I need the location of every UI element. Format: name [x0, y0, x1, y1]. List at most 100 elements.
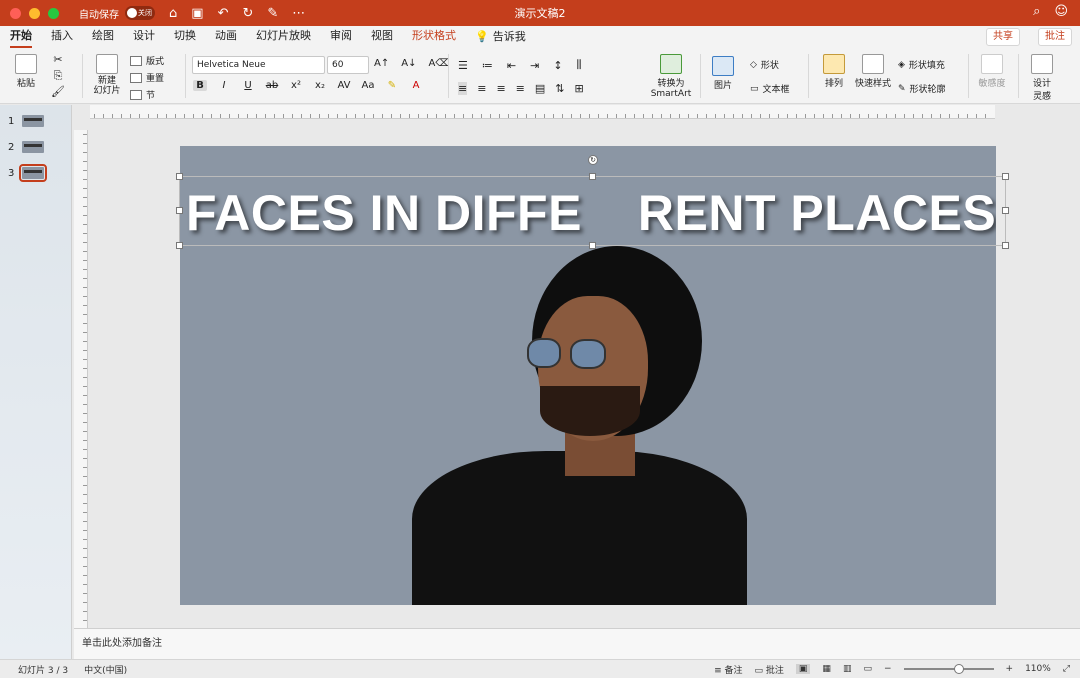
new-slide-button[interactable]: 新建 幻灯片 [88, 54, 126, 96]
numbering-icon[interactable]: ≔ [482, 59, 493, 72]
language-indicator[interactable]: 中文(中国) [84, 663, 127, 676]
zoom-window-button[interactable] [48, 7, 59, 19]
superscript-button[interactable]: x² [289, 80, 303, 91]
reset-button[interactable]: 重置 [130, 71, 164, 84]
change-case-button[interactable]: Aa [361, 80, 375, 91]
decrease-indent-icon[interactable]: ⇤ [507, 59, 516, 72]
zoom-in-button[interactable]: + [1006, 664, 1014, 674]
rotate-handle[interactable]: ↻ [588, 155, 598, 165]
paint-bucket-icon: ◈ [898, 59, 905, 70]
normal-view-button[interactable]: ▣ [795, 664, 811, 674]
quick-styles-button[interactable]: 快速样式 [854, 54, 892, 89]
tab-shape-format[interactable]: 形状格式 [412, 26, 456, 48]
slide-sorter-button[interactable]: ▦ [822, 664, 831, 674]
paste-button[interactable]: 粘贴 [10, 54, 42, 89]
resize-handle[interactable] [176, 242, 183, 249]
tab-draw[interactable]: 绘图 [92, 26, 114, 48]
text-direction-icon[interactable]: ⇅ [555, 82, 564, 95]
comments-button[interactable]: 批注 [1038, 28, 1072, 46]
slide-thumbnail[interactable]: 2 [8, 141, 45, 153]
account-icon[interactable]: ☺ [1054, 4, 1068, 19]
comments-toggle[interactable]: ▭ 批注 [755, 663, 784, 676]
undo-icon[interactable]: ↶ [218, 6, 229, 21]
close-window-button[interactable] [10, 7, 21, 19]
tab-transitions[interactable]: 切换 [174, 26, 196, 48]
section-button[interactable]: 节 [130, 88, 155, 101]
bullets-icon[interactable]: ☰ [458, 59, 468, 72]
vertical-ruler[interactable] [74, 130, 88, 630]
shapes-button[interactable]: ◇ 形状 [750, 58, 779, 72]
sensitivity-button[interactable]: 敏感度 [974, 54, 1010, 89]
font-name-select[interactable]: Helvetica Neue [192, 56, 325, 74]
home-icon[interactable]: ⌂ [169, 6, 177, 21]
fit-to-window-icon[interactable]: ⤢ [1063, 664, 1070, 674]
align-center-icon[interactable]: ≡ [477, 82, 486, 95]
slide-thumbnail[interactable]: 3 [8, 164, 48, 182]
zoom-slider[interactable] [903, 664, 994, 674]
format-painter-icon[interactable]: 🖌 [48, 84, 68, 100]
align-text-icon[interactable]: ⊞ [575, 82, 584, 95]
align-left-icon[interactable]: ≡ [458, 82, 468, 95]
tab-view[interactable]: 视图 [371, 26, 393, 48]
resize-handle[interactable] [1002, 173, 1009, 180]
line-spacing-icon[interactable]: ↕ [553, 59, 562, 72]
redo-icon[interactable]: ↻ [242, 6, 253, 21]
resize-handle[interactable] [589, 242, 596, 249]
resize-handle[interactable] [176, 173, 183, 180]
tell-me[interactable]: 💡 告诉我 [475, 26, 526, 48]
decrease-font-icon[interactable]: A↓ [401, 58, 416, 69]
more-icon[interactable]: ⋯ [292, 6, 305, 21]
cut-icon[interactable]: ✂ [48, 52, 68, 68]
tab-review[interactable]: 审阅 [330, 26, 352, 48]
justify-icon[interactable]: ≡ [516, 82, 525, 95]
zoom-out-button[interactable]: − [884, 664, 892, 674]
highlight-icon[interactable]: ✎ [385, 80, 399, 91]
edit-icon[interactable]: ✎ [267, 6, 278, 21]
share-button[interactable]: 共享 [986, 28, 1020, 46]
save-icon[interactable]: ▣ [191, 6, 203, 21]
italic-button[interactable]: I [217, 80, 231, 91]
copy-icon[interactable]: ⎘ [48, 68, 68, 84]
shape-outline-button[interactable]: ✎ 形状轮廓 [898, 82, 946, 96]
distribute-icon[interactable]: ▤ [535, 82, 545, 95]
layout-button[interactable]: 版式 [130, 54, 164, 67]
minimize-window-button[interactable] [29, 7, 40, 19]
autosave-toggle[interactable]: 关闭 [125, 6, 155, 20]
resize-handle[interactable] [1002, 242, 1009, 249]
subscript-button[interactable]: x₂ [313, 80, 327, 91]
resize-handle[interactable] [1002, 207, 1009, 214]
strikethrough-button[interactable]: ab [265, 80, 279, 91]
zoom-level[interactable]: 110% [1025, 664, 1051, 674]
columns-icon[interactable]: ⫼ [577, 58, 582, 72]
shape-fill-button[interactable]: ◈ 形状填充 [898, 58, 945, 72]
notes-pane[interactable]: 单击此处添加备注 [74, 628, 1080, 659]
font-size-select[interactable]: 60 [327, 56, 369, 74]
resize-handle[interactable] [176, 207, 183, 214]
slide-thumbnail[interactable]: 1 [8, 115, 45, 127]
increase-font-icon[interactable]: A↑ [374, 58, 389, 69]
clear-format-icon[interactable]: A⌫ [428, 58, 449, 69]
textbox-button[interactable]: ▭ 文本框 [750, 82, 790, 96]
tab-slideshow[interactable]: 幻灯片放映 [256, 26, 311, 48]
convert-smartart-button[interactable]: 转换为 SmartArt [646, 54, 696, 99]
char-spacing-button[interactable]: AV [337, 80, 351, 91]
bold-button[interactable]: B [193, 80, 207, 91]
align-right-icon[interactable]: ≡ [496, 82, 505, 95]
font-color-icon[interactable]: A [409, 80, 423, 91]
designer-button[interactable]: 设计 灵感 [1024, 54, 1060, 102]
zoom-slider-knob[interactable] [953, 664, 964, 674]
tab-animations[interactable]: 动画 [215, 26, 237, 48]
tab-insert[interactable]: 插入 [51, 26, 73, 48]
tab-home[interactable]: 开始 [10, 26, 32, 48]
arrange-button[interactable]: 排列 [816, 54, 852, 89]
search-icon[interactable]: ⌕ [1033, 4, 1040, 19]
tab-design[interactable]: 设计 [133, 26, 155, 48]
notes-toggle[interactable]: ≡ 备注 [714, 663, 742, 676]
resize-handle[interactable] [589, 173, 596, 180]
reading-view-button[interactable]: ▥ [843, 664, 852, 674]
horizontal-ruler[interactable] [90, 105, 995, 119]
picture-button[interactable]: 图片 [706, 56, 740, 91]
increase-indent-icon[interactable]: ⇥ [530, 59, 539, 72]
slideshow-button[interactable]: ▭ [863, 664, 872, 674]
underline-button[interactable]: U [241, 80, 255, 91]
